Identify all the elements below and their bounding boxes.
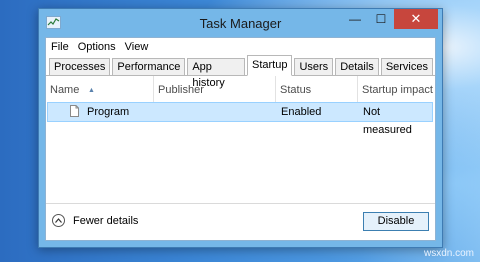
column-header-publisher-label: Publisher — [158, 84, 204, 96]
tab-performance[interactable]: Performance — [112, 58, 186, 75]
column-header-status-label: Status — [280, 84, 312, 96]
tab-strip: Processes Performance App history Startu… — [46, 55, 435, 89]
menu-bar: File Options View — [46, 38, 435, 55]
fewer-details-toggle[interactable]: Fewer details — [52, 214, 138, 227]
startup-list: ▲ Name Publisher Status Startup impact P… — [46, 76, 435, 206]
maximize-button[interactable]: ☐ — [368, 9, 394, 29]
window-controls: — ☐ ✕ — [342, 9, 438, 29]
column-header-status[interactable]: Status — [276, 76, 358, 102]
column-header-impact-label: Startup impact — [362, 84, 433, 96]
row-status: Enabled — [281, 106, 322, 118]
footer-bar: Fewer details Disable — [46, 203, 435, 240]
tab-startup[interactable]: Startup — [246, 55, 293, 76]
tab-users[interactable]: Users — [294, 58, 334, 75]
column-header-publisher[interactable]: Publisher — [154, 76, 276, 102]
table-row[interactable]: Program Enabled Not measured — [47, 102, 433, 136]
file-icon — [70, 105, 79, 117]
desktop-background: Task Manager — ☐ ✕ File Options View Pro… — [0, 0, 480, 262]
watermark: wsxdn.com — [423, 248, 474, 259]
column-header-row: ▲ Name Publisher Status Startup impact — [46, 76, 435, 102]
fewer-details-label: Fewer details — [73, 214, 139, 227]
column-header-impact[interactable]: Startup impact — [358, 76, 440, 102]
disable-button[interactable]: Disable — [363, 212, 429, 231]
tab-details[interactable]: Details — [335, 58, 379, 75]
tab-services[interactable]: Services — [380, 58, 433, 75]
menu-view[interactable]: View — [125, 41, 149, 53]
row-name: Program — [87, 106, 130, 118]
sort-ascending-icon: ▲ — [88, 87, 95, 94]
column-header-name-label: Name — [50, 84, 80, 96]
menu-options[interactable]: Options — [78, 41, 116, 53]
tab-app-history[interactable]: App history — [187, 58, 245, 89]
client-area: File Options View Processes Performance … — [45, 37, 436, 241]
title-bar[interactable]: Task Manager — ☐ ✕ — [39, 9, 442, 37]
close-button[interactable]: ✕ — [394, 9, 438, 29]
chevron-up-icon — [52, 214, 65, 227]
minimize-button[interactable]: — — [342, 9, 368, 29]
row-impact: Not measured — [363, 106, 412, 136]
tab-processes[interactable]: Processes — [49, 58, 111, 75]
menu-file[interactable]: File — [51, 41, 69, 53]
task-manager-window: Task Manager — ☐ ✕ File Options View Pro… — [38, 8, 443, 248]
column-header-name[interactable]: ▲ Name — [46, 76, 154, 102]
